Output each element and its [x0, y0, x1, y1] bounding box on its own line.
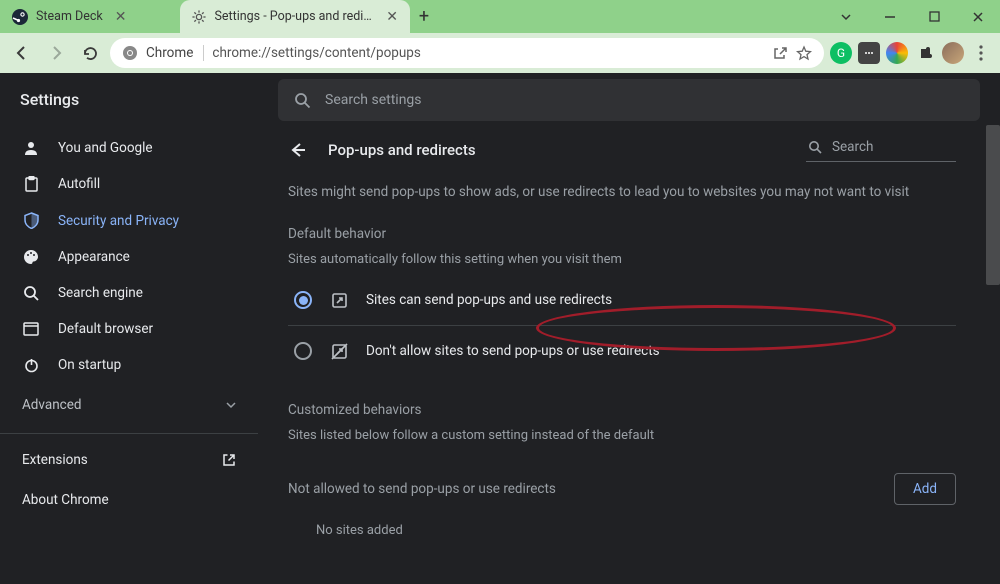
divider [0, 433, 258, 434]
page-header: Pop-ups and redirects Search [288, 137, 956, 162]
url-chip: Chrome [146, 45, 204, 61]
tab-title: Settings - Pop-ups and redirects [214, 9, 374, 24]
kebab-menu-icon[interactable] [970, 42, 992, 64]
in-page-search[interactable]: Search [806, 137, 956, 162]
search-icon [294, 92, 311, 109]
close-tab-icon[interactable]: ✕ [386, 9, 398, 25]
page-intro: Sites might send pop-ups to show ads, or… [288, 184, 956, 200]
extension-icons: G [830, 42, 992, 64]
minimize-button[interactable] [868, 11, 912, 23]
extensions-puzzle-icon[interactable] [914, 42, 936, 64]
default-behavior-heading: Default behavior [288, 226, 956, 242]
extensions-label: Extensions [22, 452, 88, 468]
chevron-down-icon [226, 400, 236, 410]
sidebar-item-label: Default browser [58, 321, 153, 337]
page-title: Pop-ups and redirects [328, 141, 786, 159]
advanced-label: Advanced [22, 397, 82, 413]
chevron-down-icon[interactable] [824, 11, 868, 23]
settings-app: Settings You and Google Autofill Securit… [0, 73, 1000, 584]
sidebar-about-chrome[interactable]: About Chrome [0, 480, 258, 520]
customized-heading: Customized behaviors [288, 402, 956, 418]
sidebar-item-label: Autofill [58, 176, 100, 192]
radio-unselected[interactable] [294, 342, 312, 360]
sidebar-item-label: Search engine [58, 285, 143, 301]
not-allowed-label: Not allowed to send pop-ups or use redir… [288, 481, 556, 497]
sidebar-item-on-startup[interactable]: On startup [0, 347, 258, 383]
option-label: Sites can send pop-ups and use redirects [366, 292, 612, 308]
sidebar-advanced[interactable]: Advanced [0, 383, 258, 427]
close-tab-icon[interactable]: ✕ [115, 9, 127, 25]
default-behavior-sub: Sites automatically follow this setting … [288, 252, 956, 267]
bookmark-star-icon[interactable] [796, 45, 812, 61]
window-titlebar: Steam Deck ✕ Settings - Pop-ups and redi… [0, 0, 1000, 33]
search-label: Search [832, 139, 873, 155]
option-label: Don't allow sites to send pop-ups or use… [366, 343, 660, 359]
maximize-button[interactable] [912, 11, 956, 22]
forward-button[interactable] [42, 39, 70, 67]
back-button[interactable] [8, 39, 36, 67]
sidebar-item-autofill[interactable]: Autofill [0, 166, 258, 202]
reload-button[interactable] [76, 39, 104, 67]
main-content: Search settings Pop-ups and redirects Se… [258, 73, 1000, 584]
nav-list: You and Google Autofill Security and Pri… [0, 126, 258, 383]
external-link-icon [222, 453, 236, 467]
sidebar-item-default-browser[interactable]: Default browser [0, 311, 258, 347]
chrome-logo-icon [122, 45, 138, 61]
close-window-button[interactable] [956, 11, 1000, 23]
extension-icon[interactable]: G [830, 42, 852, 64]
sidebar: Settings You and Google Autofill Securit… [0, 73, 258, 584]
option-block-popups[interactable]: Don't allow sites to send pop-ups or use… [288, 326, 956, 376]
address-bar[interactable]: Chrome chrome://settings/content/popups [110, 38, 824, 68]
gear-icon [192, 9, 206, 25]
customized-sub: Sites listed below follow a custom setti… [288, 428, 956, 443]
palette-icon [22, 249, 40, 265]
sidebar-item-search-engine[interactable]: Search engine [0, 275, 258, 311]
browser-icon [22, 322, 40, 336]
shield-icon [22, 212, 40, 229]
search-icon [808, 140, 822, 154]
settings-search[interactable]: Search settings [278, 79, 980, 121]
about-label: About Chrome [22, 492, 109, 508]
no-sites-added: No sites added [288, 505, 956, 556]
new-tab-button[interactable]: + [410, 0, 438, 33]
sidebar-item-appearance[interactable]: Appearance [0, 239, 258, 275]
extension-icon[interactable] [886, 42, 908, 64]
share-icon[interactable] [772, 45, 788, 61]
option-allow-popups[interactable]: Sites can send pop-ups and use redirects [288, 275, 956, 326]
popup-allow-icon [330, 292, 348, 309]
sidebar-item-label: Security and Privacy [58, 213, 179, 229]
search-placeholder: Search settings [325, 92, 422, 108]
tab-steam-deck[interactable]: Steam Deck ✕ [0, 0, 180, 33]
back-arrow-button[interactable] [288, 140, 308, 160]
power-icon [22, 358, 40, 373]
extension-icon[interactable] [858, 42, 880, 64]
clipboard-icon [22, 176, 40, 192]
sidebar-item-you-and-google[interactable]: You and Google [0, 130, 258, 166]
add-site-button[interactable]: Add [894, 473, 956, 505]
sidebar-item-label: You and Google [58, 140, 153, 156]
radio-selected[interactable] [294, 291, 312, 309]
sidebar-item-label: On startup [58, 357, 121, 373]
scrollbar-thumb[interactable] [986, 125, 1000, 285]
url-text: chrome://settings/content/popups [212, 45, 420, 61]
popup-block-icon [330, 343, 348, 360]
steam-icon [12, 9, 28, 25]
sidebar-item-label: Appearance [58, 249, 130, 265]
tab-settings[interactable]: Settings - Pop-ups and redirects ✕ [180, 0, 410, 33]
not-allowed-header: Not allowed to send pop-ups or use redir… [288, 473, 956, 505]
page-content: Pop-ups and redirects Search Sites might… [258, 121, 1000, 556]
app-title: Settings [0, 73, 258, 126]
search-icon [22, 285, 40, 301]
person-icon [22, 140, 40, 156]
browser-toolbar: Chrome chrome://settings/content/popups … [0, 33, 1000, 73]
tab-title: Steam Deck [36, 9, 103, 24]
sidebar-extensions[interactable]: Extensions [0, 440, 258, 480]
profile-avatar[interactable] [942, 42, 964, 64]
sidebar-item-security-privacy[interactable]: Security and Privacy [0, 202, 258, 239]
window-controls [824, 0, 1000, 33]
